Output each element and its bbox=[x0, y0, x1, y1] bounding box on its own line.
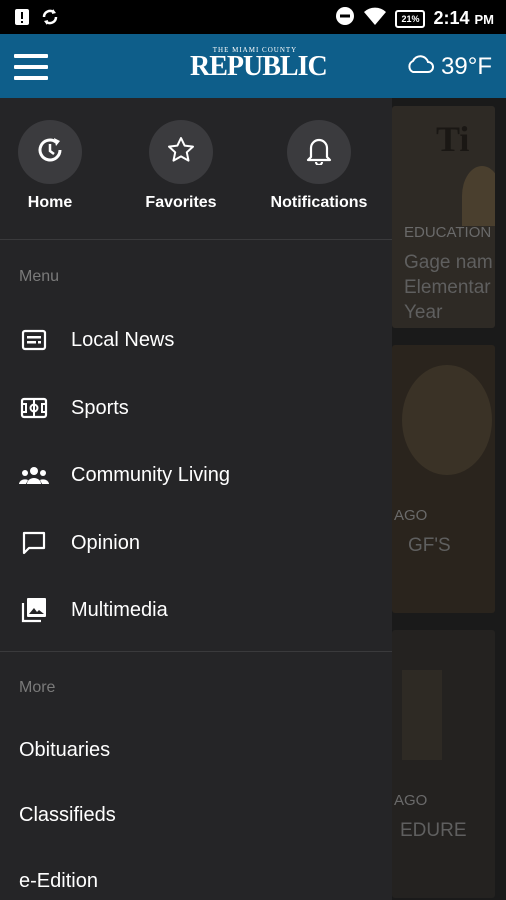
menu-item-label: Community Living bbox=[71, 463, 230, 486]
quick-link-notifications[interactable]: Notifications bbox=[259, 120, 379, 212]
menu-item-sports[interactable]: Sports bbox=[0, 380, 392, 436]
notifications-circle bbox=[287, 120, 351, 184]
battery-level: 21% bbox=[401, 13, 420, 24]
divider bbox=[0, 239, 392, 240]
card-category: EDUCATION bbox=[404, 224, 492, 241]
feed-card[interactable]: AGO EDURE bbox=[392, 630, 495, 898]
menu-item-community-living[interactable]: Community Living bbox=[0, 447, 392, 503]
clock-time: 2:14 bbox=[433, 8, 470, 28]
quick-link-label: Favorites bbox=[145, 194, 217, 211]
logo: THE MIAMI COUNTY REPUBLIC bbox=[190, 46, 328, 82]
app-bar: THE MIAMI COUNTY REPUBLIC 39°F bbox=[0, 34, 506, 98]
favorites-circle bbox=[149, 120, 213, 184]
menu-item-label: Local News bbox=[71, 328, 175, 351]
card-headline-line: Gage nam bbox=[404, 252, 493, 273]
news-feed: Ti EDUCATION Gage nam Elementar Year AGO… bbox=[392, 98, 506, 900]
menu-item-local-news[interactable]: Local News bbox=[0, 312, 392, 368]
menu-item-label: Sports bbox=[71, 396, 129, 419]
battery-icon: 21% bbox=[395, 9, 426, 28]
chat-icon bbox=[19, 530, 49, 556]
dnd-icon bbox=[335, 6, 355, 31]
menu-item-multimedia[interactable]: Multimedia bbox=[0, 582, 392, 638]
card-headline: EDURE bbox=[400, 820, 467, 841]
temperature: 39°F bbox=[441, 52, 492, 80]
people-icon bbox=[19, 465, 49, 485]
feed-card[interactable]: Ti EDUCATION Gage nam Elementar Year bbox=[392, 106, 495, 328]
alert-icon bbox=[14, 8, 30, 31]
weather[interactable]: 39°F bbox=[405, 52, 492, 81]
photos-icon bbox=[19, 596, 49, 624]
quick-link-home[interactable]: Home bbox=[0, 120, 110, 212]
logo-title: REPUBLIC bbox=[190, 51, 328, 82]
menu-item-label: Multimedia bbox=[71, 598, 168, 621]
more-item-e-edition[interactable]: e-Edition bbox=[19, 870, 98, 893]
bell-icon bbox=[305, 135, 333, 170]
status-bar: 21% 2:14 PM bbox=[0, 0, 506, 34]
card-category: AGO bbox=[394, 792, 428, 809]
menu-item-opinion[interactable]: Opinion bbox=[0, 515, 392, 571]
newspaper-icon bbox=[19, 329, 49, 351]
menu-item-label: Opinion bbox=[71, 531, 140, 554]
quick-link-favorites[interactable]: Favorites bbox=[121, 120, 241, 212]
quick-link-label: Home bbox=[27, 194, 73, 211]
home-refresh-icon bbox=[34, 134, 66, 171]
cloud-icon bbox=[405, 52, 435, 81]
field-icon bbox=[19, 397, 49, 419]
card-headline-line: Year bbox=[404, 302, 443, 323]
card-headline-line: Elementar bbox=[404, 277, 491, 298]
more-section-header: More bbox=[19, 679, 56, 696]
home-circle bbox=[18, 120, 82, 184]
more-item-obituaries[interactable]: Obituaries bbox=[19, 739, 110, 762]
card-headline: Gage nam Elementar Year bbox=[404, 250, 493, 325]
sync-icon bbox=[40, 8, 60, 31]
menu-icon[interactable] bbox=[14, 54, 48, 80]
clock: 2:14 PM bbox=[433, 8, 494, 29]
card-category: AGO bbox=[394, 507, 428, 524]
wifi-icon bbox=[363, 6, 387, 31]
star-icon bbox=[166, 135, 196, 170]
quick-link-label: Notifications bbox=[270, 194, 368, 211]
clock-ampm: PM bbox=[474, 12, 495, 27]
divider bbox=[0, 651, 392, 652]
menu-section-header: Menu bbox=[19, 268, 60, 285]
feed-card[interactable]: AGO GF'S bbox=[392, 345, 495, 613]
card-headline: GF'S bbox=[408, 535, 451, 556]
more-item-classifieds[interactable]: Classifieds bbox=[19, 804, 116, 827]
navigation-drawer: Home Favorites Notifications Menu Local … bbox=[0, 98, 392, 900]
